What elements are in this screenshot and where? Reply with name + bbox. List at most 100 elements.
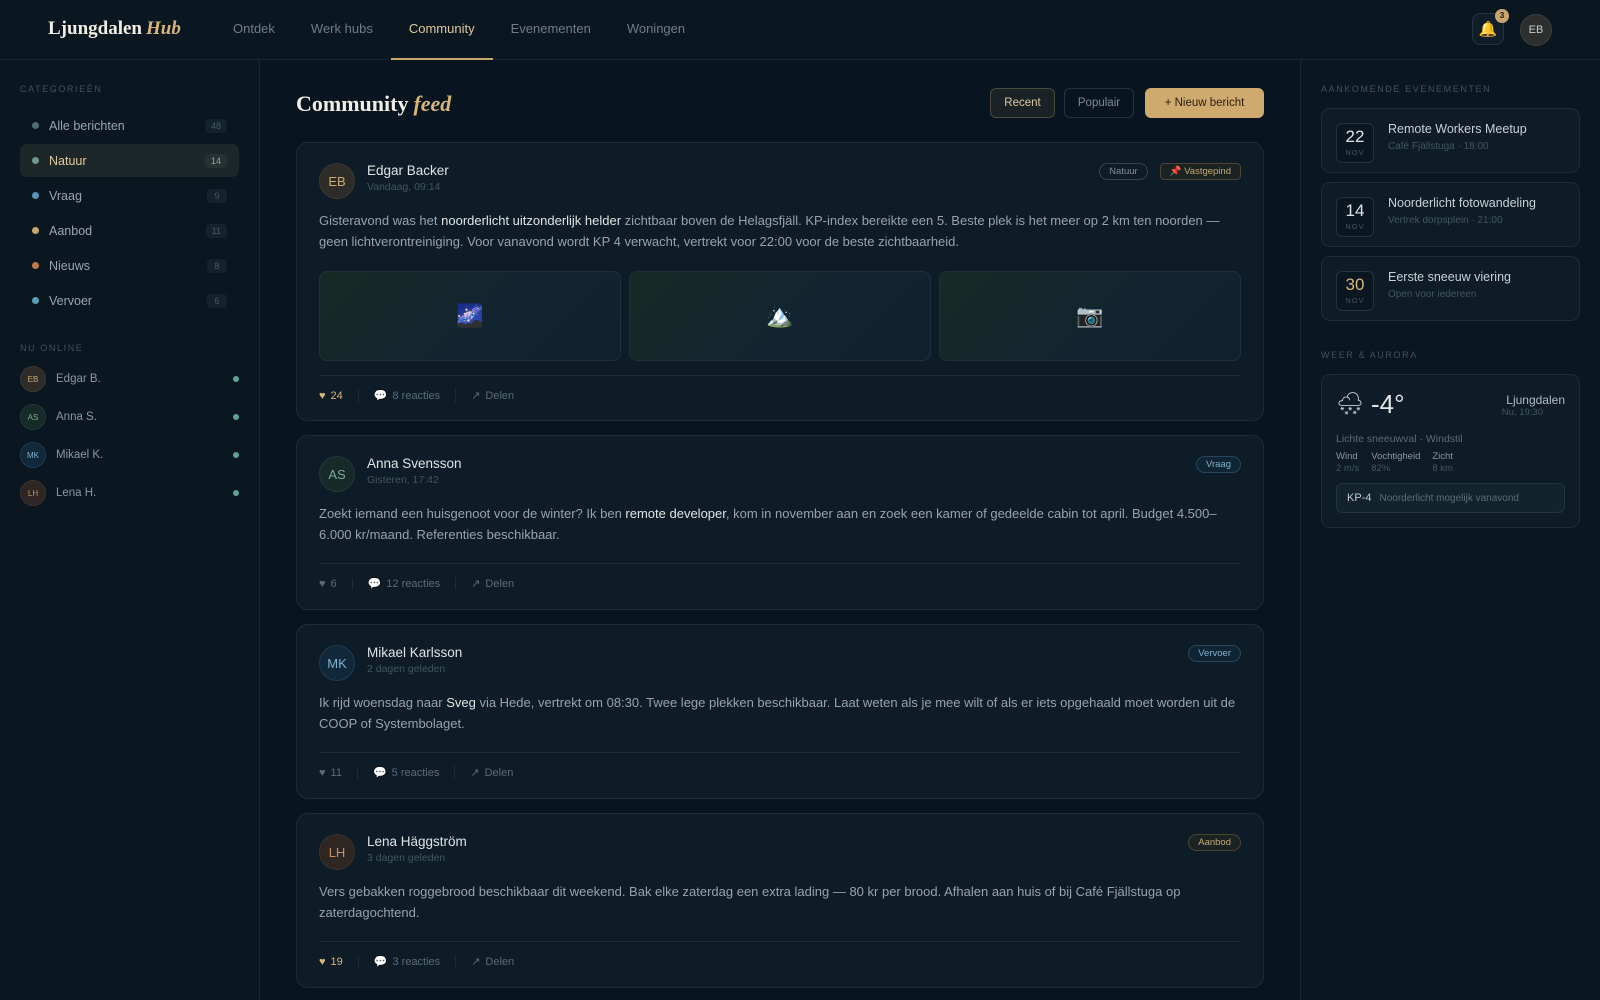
post-body: Ik rijd woensdag naar Sveg via Hede, ver… (319, 692, 1239, 734)
share-label: Delen (485, 390, 515, 402)
avatar[interactable]: AS (319, 456, 355, 492)
user-avatar[interactable]: EB (1520, 14, 1552, 46)
post-time: 2 dagen geleden (367, 663, 446, 675)
post-image[interactable]: 🏔️ (629, 271, 931, 361)
like-button[interactable]: ♥ 19 (319, 955, 359, 968)
online-user[interactable]: MK Mikael K. (20, 442, 239, 468)
like-button[interactable]: ♥ 24 (319, 389, 359, 402)
nav-community[interactable]: Community (390, 0, 493, 60)
category-label: Alle berichten (49, 118, 125, 133)
category-alle-berichten[interactable]: Alle berichten 48 (20, 109, 239, 142)
stat-value: 8 km (1432, 463, 1453, 474)
heart-icon: ♥ (319, 577, 326, 590)
bell-icon: 🔔 (1478, 21, 1498, 38)
online-status-dot (233, 452, 239, 458)
camera-image-icon: 📷 (1076, 303, 1104, 328)
online-title: NU ONLINE (20, 343, 84, 353)
share-button[interactable]: ↗ Delen (471, 389, 529, 402)
app-logo[interactable]: Ljungdalen Hub (48, 18, 181, 40)
category-tag[interactable]: Aanbod (1188, 834, 1241, 851)
logo-accent: Hub (145, 18, 181, 39)
main-nav: Ontdek Werk hubs Community Evenementen W… (215, 0, 703, 60)
avatar[interactable]: LH (319, 834, 355, 870)
share-button[interactable]: ↗ Delen (471, 577, 529, 590)
event-details: Open voor iedereen (1388, 289, 1477, 300)
sort-recent-button[interactable]: Recent (990, 88, 1055, 118)
body-text: Ik rijd woensdag naar (319, 695, 447, 710)
category-tag[interactable]: Vervoer (1188, 645, 1241, 662)
like-button[interactable]: ♥ 11 (319, 766, 358, 779)
like-button[interactable]: ♥ 6 (319, 577, 353, 590)
avatar: AS (20, 404, 46, 430)
pinned-badge: 📌 Vastgepind (1159, 163, 1241, 180)
online-user[interactable]: AS Anna S. (20, 404, 239, 430)
online-user-name: Anna S. (56, 411, 97, 423)
sort-popular-button[interactable]: Populair (1064, 88, 1134, 118)
like-count: 11 (330, 766, 342, 779)
category-tag[interactable]: Natuur (1099, 163, 1148, 180)
new-post-button[interactable]: + Nieuw bericht (1145, 88, 1264, 118)
category-dot (32, 262, 39, 269)
aurora-image-icon: 🌌 (456, 303, 484, 328)
events-title: AANKOMENDE EVENEMENTEN (1321, 84, 1492, 94)
nav-werk-hubs[interactable]: Werk hubs (293, 0, 391, 60)
body-highlight: noorderlicht uitzonderlijk helder (441, 213, 622, 228)
event-name: Remote Workers Meetup (1388, 122, 1527, 136)
like-count: 19 (330, 955, 343, 968)
post-images: 🌌 🏔️ 📷 (319, 271, 1241, 361)
category-vervoer[interactable]: Vervoer 6 (20, 284, 239, 317)
post-image[interactable]: 📷 (939, 271, 1241, 361)
notifications-button[interactable]: 🔔 3 (1472, 9, 1509, 45)
stat-value: 82% (1371, 463, 1391, 474)
post-actions: ♥ 24 💬 8 reacties ↗ Delen (319, 389, 544, 402)
post-card: AS Anna Svensson Gisteren, 17:42 Vraag Z… (296, 435, 1264, 610)
weather-card: 🌨 -4° Ljungdalen Nu, 19:30 Lichte sneeuw… (1321, 374, 1580, 528)
post-author[interactable]: Mikael Karlsson (367, 645, 462, 660)
share-button[interactable]: ↗ Delen (471, 955, 529, 968)
stat-label: Zicht (1432, 451, 1453, 462)
comments-button[interactable]: 💬 12 reacties (368, 577, 457, 590)
category-dot (32, 122, 39, 129)
post-author[interactable]: Edgar Backer (367, 163, 449, 178)
nav-evenementen[interactable]: Evenementen (493, 0, 609, 60)
nav-ontdek[interactable]: Ontdek (215, 0, 293, 60)
body-text: Gisteravond was het (319, 213, 442, 228)
right-sidebar: AANKOMENDE EVENEMENTEN 22 NOV Remote Wor… (1300, 60, 1600, 1000)
divider (319, 941, 1241, 942)
post-tags: Vervoer (1176, 645, 1241, 662)
event-month: NOV (1345, 148, 1365, 157)
avatar[interactable]: EB (319, 163, 355, 199)
comments-button[interactable]: 💬 5 reacties (373, 766, 456, 779)
post-actions: ♥ 19 💬 3 reacties ↗ Delen (319, 955, 544, 968)
event-date: 14 NOV (1336, 197, 1374, 237)
comments-button[interactable]: 💬 8 reacties (374, 389, 457, 402)
snow-cloud-icon: 🌨 (1336, 391, 1364, 416)
category-nieuws[interactable]: Nieuws 8 (20, 249, 239, 282)
event-card[interactable]: 14 NOV Noorderlicht fotowandeling Vertre… (1321, 182, 1580, 247)
weather-stat-wind: Wind 2 m/s (1336, 451, 1359, 474)
category-vraag[interactable]: Vraag 9 (20, 179, 239, 212)
event-card[interactable]: 22 NOV Remote Workers Meetup Café Fjälls… (1321, 108, 1580, 173)
category-tag[interactable]: Vraag (1196, 456, 1241, 473)
online-user[interactable]: LH Lena H. (20, 480, 239, 506)
online-user-name: Lena H. (56, 487, 97, 499)
nav-woningen[interactable]: Woningen (609, 0, 703, 60)
comments-button[interactable]: 💬 3 reacties (374, 955, 457, 968)
event-card[interactable]: 30 NOV Eerste sneeuw viering Open voor i… (1321, 256, 1580, 321)
post-author[interactable]: Anna Svensson (367, 456, 462, 471)
notification-badge: 3 (1495, 9, 1509, 23)
category-dot (32, 227, 39, 234)
comment-count: 12 reacties (386, 578, 441, 590)
category-natuur[interactable]: Natuur 14 (20, 144, 239, 177)
post-author[interactable]: Lena Häggström (367, 834, 467, 849)
avatar[interactable]: MK (319, 645, 355, 681)
post-image[interactable]: 🌌 (319, 271, 621, 361)
online-user[interactable]: EB Edgar B. (20, 366, 239, 392)
share-button[interactable]: ↗ Delen (470, 766, 528, 779)
category-aanbod[interactable]: Aanbod 11 (20, 214, 239, 247)
online-user-name: Edgar B. (56, 373, 101, 385)
post-tags: Vraag (1184, 456, 1241, 473)
comment-count: 5 reacties (391, 767, 440, 779)
category-label: Vervoer (49, 293, 93, 308)
category-count: 6 (207, 293, 227, 308)
